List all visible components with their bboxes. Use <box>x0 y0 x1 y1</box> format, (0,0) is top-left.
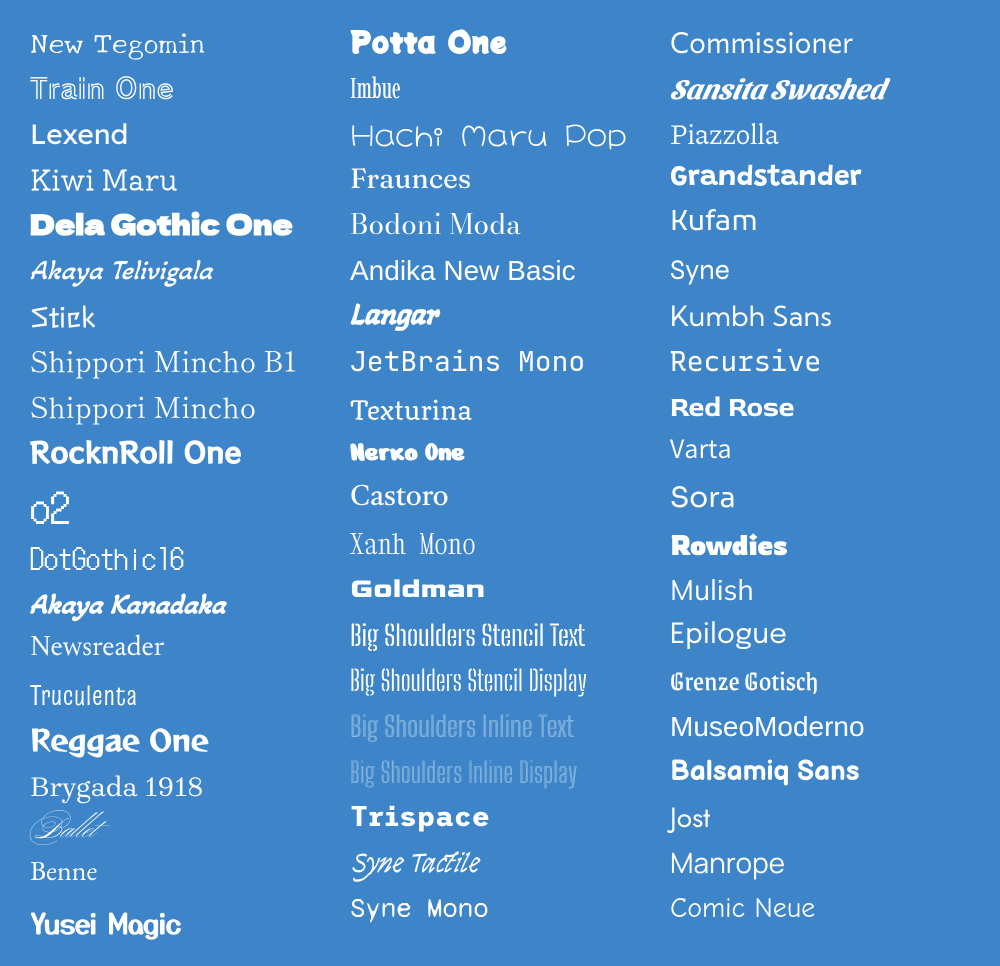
font-item[interactable]: Akaya Kanadaka <box>30 582 330 628</box>
font-item[interactable]: Big Shoulders Stencil Text <box>350 613 650 659</box>
font-item[interactable]: Commissioner <box>670 20 970 66</box>
font-item[interactable]: Train One <box>30 66 330 112</box>
column-3: CommissionerSansita SwashedPiazzollaGran… <box>660 20 980 946</box>
font-item[interactable]: Nerko One <box>350 430 650 476</box>
font-item[interactable]: Lexend <box>30 111 330 157</box>
font-item[interactable]: Texturina <box>350 385 650 431</box>
font-item[interactable]: Big Shoulders Stencil Display <box>350 658 650 704</box>
font-item[interactable]: Big Shoulders Inline Text <box>350 704 650 750</box>
font-item[interactable]: Red Rose <box>670 385 970 431</box>
font-item[interactable]: Rowdies <box>670 522 970 568</box>
font-item[interactable]: Syne Tactile <box>350 841 650 887</box>
font-item[interactable]: Kufam <box>670 202 970 248</box>
font-item[interactable]: Comic Neue <box>670 886 970 932</box>
font-item[interactable]: Kiwi Maru <box>30 157 330 203</box>
font-item[interactable]: Benne <box>30 855 330 901</box>
font-item[interactable]: Yusei Magic <box>30 901 330 947</box>
font-item[interactable]: Shippori Mincho B1 <box>30 339 330 385</box>
font-item[interactable]: Goldman <box>350 567 650 613</box>
font-item[interactable]: Xanh Mono <box>350 522 650 568</box>
font-item[interactable]: Shippori Mincho <box>30 385 330 431</box>
font-item[interactable]: Ballet <box>30 810 330 856</box>
font-item[interactable]: Epilogue <box>670 613 970 659</box>
font-item[interactable]: Sansita Swashed <box>670 66 970 112</box>
font-item[interactable]: Big Shoulders Inline Display <box>350 750 650 796</box>
font-item[interactable]: Grandstander <box>670 157 970 203</box>
font-item[interactable]: DotGothic16 <box>30 536 330 582</box>
font-item[interactable]: Potta One <box>350 20 650 66</box>
font-item[interactable]: Kumbh Sans <box>670 294 970 340</box>
font-item[interactable]: MuseoModerno <box>670 704 970 750</box>
font-item[interactable]: Imbue <box>350 66 650 112</box>
font-item[interactable]: Balsamiq Sans <box>670 750 970 796</box>
font-item[interactable]: Fraunces <box>350 157 650 203</box>
column-1: New TegominTrain OneLexendKiwi MaruDela … <box>20 20 340 946</box>
font-item[interactable]: Brygada 1918 <box>30 764 330 810</box>
font-item[interactable]: Newsreader <box>30 627 330 673</box>
font-item[interactable]: Manrope <box>670 841 970 887</box>
font-item[interactable]: Langar <box>350 294 650 340</box>
font-item[interactable]: Dela Gothic One <box>30 202 330 248</box>
font-item[interactable]: Stick <box>30 294 330 340</box>
font-item[interactable]: Reggae One <box>30 718 330 764</box>
font-item[interactable]: Castoro <box>350 476 650 522</box>
font-item[interactable]: Trispace <box>350 795 650 841</box>
font-item[interactable]: Syne Mono <box>350 886 650 932</box>
font-item[interactable]: Piazzolla <box>670 111 970 157</box>
font-grid: New TegominTrain OneLexendKiwi MaruDela … <box>20 20 980 946</box>
font-item[interactable]: JetBrains Mono <box>350 339 650 385</box>
font-item[interactable]: Grenze Gotisch <box>670 658 970 704</box>
font-item[interactable]: New Tegomin <box>30 20 330 66</box>
font-item[interactable]: Syne <box>670 248 970 294</box>
font-item[interactable]: Truculenta <box>30 673 330 719</box>
font-item[interactable]: Sora <box>670 476 970 522</box>
font-item[interactable]: Jost <box>670 795 970 841</box>
font-item[interactable]: o2 <box>30 476 330 536</box>
font-item[interactable]: Mulish <box>670 567 970 613</box>
font-item[interactable]: Varta <box>670 430 970 476</box>
column-2: Potta OneImbueHachi Maru PopFrauncesBodo… <box>340 20 660 946</box>
font-item[interactable]: Recursive <box>670 339 970 385</box>
font-item[interactable]: Andika New Basic <box>350 248 650 294</box>
font-item[interactable]: Akaya Telivigala <box>30 248 330 294</box>
font-item[interactable]: Hachi Maru Pop <box>350 111 650 157</box>
font-item[interactable]: Bodoni Moda <box>350 202 650 248</box>
font-item[interactable]: RocknRoll One <box>30 430 330 476</box>
